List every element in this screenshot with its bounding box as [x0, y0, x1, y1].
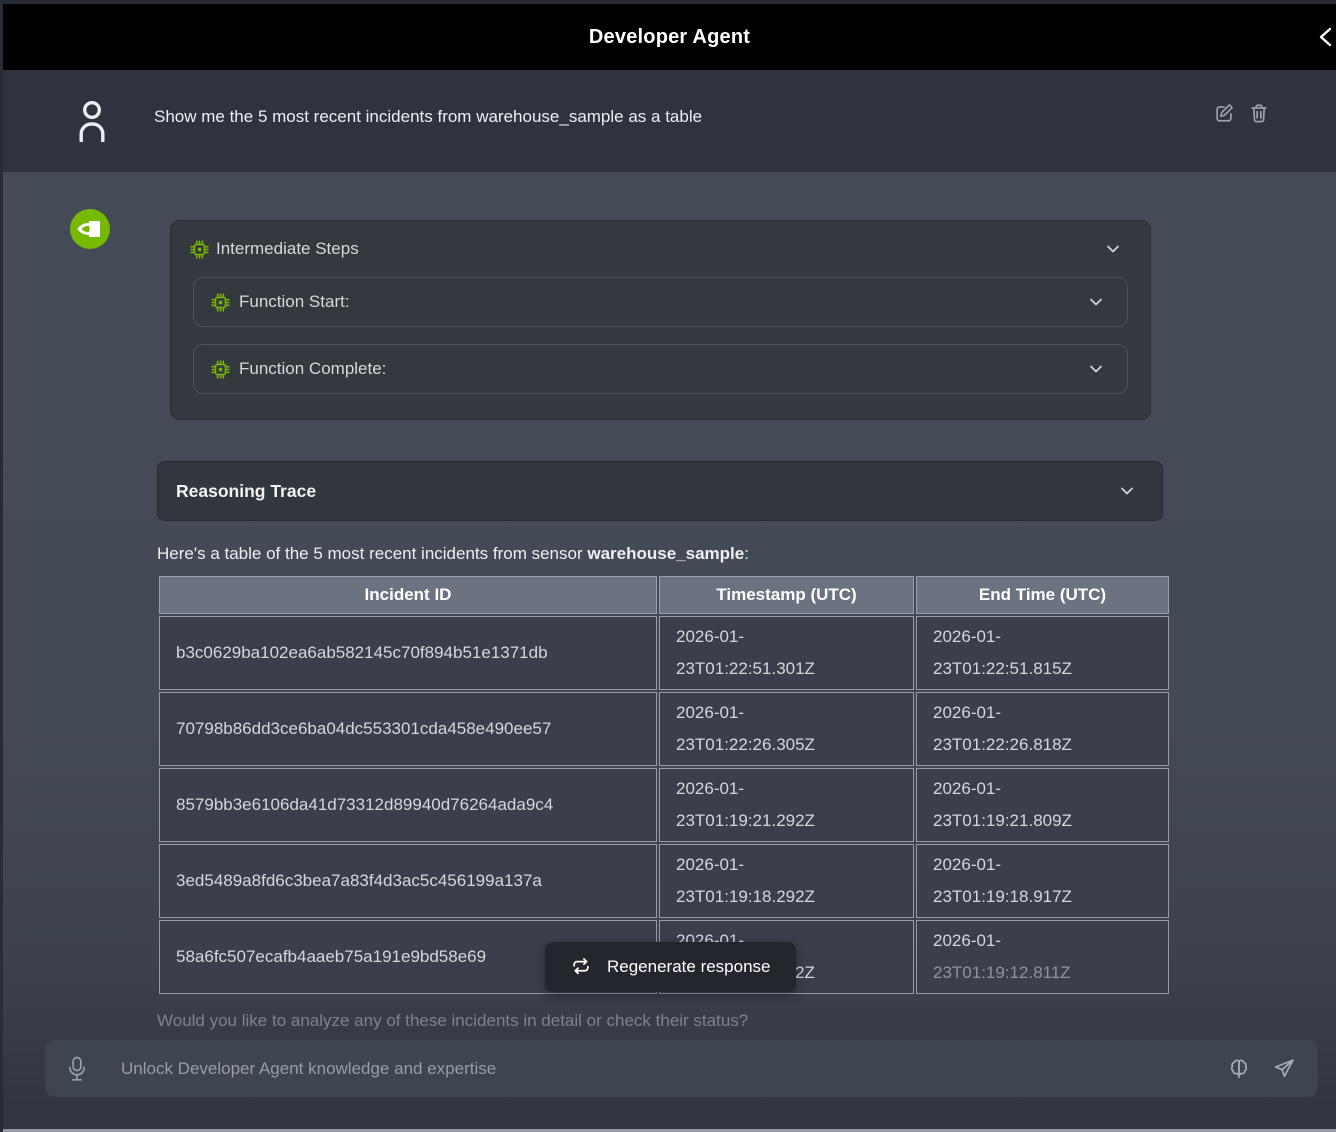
- user-message-text: Show me the 5 most recent incidents from…: [154, 107, 702, 127]
- incidents-table-body: b3c0629ba102ea6ab582145c70f894b51e1371db…: [159, 616, 1169, 994]
- sensor-name: warehouse_sample: [587, 544, 744, 563]
- table-row: b3c0629ba102ea6ab582145c70f894b51e1371db…: [159, 616, 1169, 690]
- incident-id-cell: 70798b86dd3ce6ba04dc553301cda458e490ee57: [159, 692, 657, 766]
- end-time-cell: 2026-01-23T01:22:51.815Z: [916, 616, 1169, 690]
- end-time-cell: 2026-01-23T01:22:26.818Z: [916, 692, 1169, 766]
- agent-message-content: Intermediate Steps: [157, 209, 1163, 1031]
- top-bar: Developer Agent: [3, 4, 1336, 70]
- chevron-down-icon[interactable]: [1118, 482, 1136, 500]
- chevron-down-icon[interactable]: [1087, 360, 1105, 378]
- incidents-table: Incident ID Timestamp (UTC) End Time (UT…: [157, 574, 1171, 996]
- incident-id-cell: b3c0629ba102ea6ab582145c70f894b51e1371db: [159, 616, 657, 690]
- agent-message: Intermediate Steps: [3, 172, 1336, 1031]
- table-header-row: Incident ID Timestamp (UTC) End Time (UT…: [159, 576, 1169, 614]
- incident-id-cell: 8579bb3e6106da41d73312d89940d76264ada9c4: [159, 768, 657, 842]
- app-window: Developer Agent Show me the 5 most recen…: [3, 4, 1336, 1132]
- followup-question: Would you like to analyze any of these i…: [157, 1011, 1163, 1031]
- reasoning-trace-panel[interactable]: Reasoning Trace: [157, 461, 1163, 521]
- regenerate-response-button[interactable]: Regenerate response: [545, 942, 796, 992]
- function-start-label: Function Start:: [239, 292, 350, 312]
- column-header-timestamp: Timestamp (UTC): [659, 576, 914, 614]
- user-message-row: Show me the 5 most recent incidents from…: [3, 70, 1336, 172]
- chevron-down-icon[interactable]: [1104, 240, 1122, 258]
- timestamp-cell: 2026-01-23T01:19:18.292Z: [659, 844, 914, 918]
- microphone-icon[interactable]: [67, 1056, 87, 1082]
- cpu-chip-icon: [190, 240, 209, 259]
- chat-area: Intermediate Steps: [3, 172, 1336, 1132]
- trash-icon[interactable]: [1248, 102, 1270, 124]
- timestamp-cell: 2026-01-23T01:22:26.305Z: [659, 692, 914, 766]
- end-time-cell: 2026-01-23T01:19:18.917Z: [916, 844, 1169, 918]
- function-complete-panel[interactable]: Function Complete:: [193, 344, 1128, 394]
- column-header-incident-id: Incident ID: [159, 576, 657, 614]
- repeat-icon: [570, 957, 592, 977]
- table-row: 3ed5489a8fd6c3bea7a83f4d3ac5c456199a137a…: [159, 844, 1169, 918]
- timestamp-cell: 2026-01-23T01:19:21.292Z: [659, 768, 914, 842]
- brain-icon[interactable]: [1227, 1057, 1251, 1081]
- reasoning-trace-title: Reasoning Trace: [176, 481, 316, 502]
- intermediate-steps-header[interactable]: Intermediate Steps: [171, 221, 1150, 277]
- incident-id-cell: 3ed5489a8fd6c3bea7a83f4d3ac5c456199a137a: [159, 844, 657, 918]
- edit-icon[interactable]: [1213, 102, 1235, 124]
- chat-input[interactable]: [121, 1059, 1227, 1079]
- table-row: 8579bb3e6106da41d73312d89940d76264ada9c4…: [159, 768, 1169, 842]
- composer-actions: [1227, 1057, 1296, 1081]
- function-start-panel[interactable]: Function Start:: [193, 277, 1128, 327]
- end-time-cell: 2026-01-23T01:19:12.811Z: [916, 920, 1169, 994]
- cpu-chip-icon: [211, 293, 230, 312]
- answer-intro: Here's a table of the 5 most recent inci…: [157, 544, 1163, 564]
- timestamp-cell: 2026-01-23T01:22:51.301Z: [659, 616, 914, 690]
- page-title: Developer Agent: [589, 26, 750, 49]
- user-icon: [78, 100, 106, 142]
- table-row: 70798b86dd3ce6ba04dc553301cda458e490ee57…: [159, 692, 1169, 766]
- send-icon[interactable]: [1272, 1057, 1296, 1081]
- end-time-cell: 2026-01-23T01:19:21.809Z: [916, 768, 1169, 842]
- chevron-down-icon[interactable]: [1087, 293, 1105, 311]
- message-actions: [1213, 102, 1270, 124]
- intermediate-steps-title: Intermediate Steps: [216, 239, 359, 259]
- intermediate-steps-panel: Intermediate Steps: [170, 220, 1151, 420]
- chevron-left-icon[interactable]: [1314, 24, 1336, 50]
- column-header-end-time: End Time (UTC): [916, 576, 1169, 614]
- nvidia-logo-icon: [70, 209, 110, 249]
- composer-bar: [45, 1040, 1318, 1097]
- cpu-chip-icon: [211, 360, 230, 379]
- function-complete-label: Function Complete:: [239, 359, 386, 379]
- regenerate-label: Regenerate response: [607, 957, 771, 977]
